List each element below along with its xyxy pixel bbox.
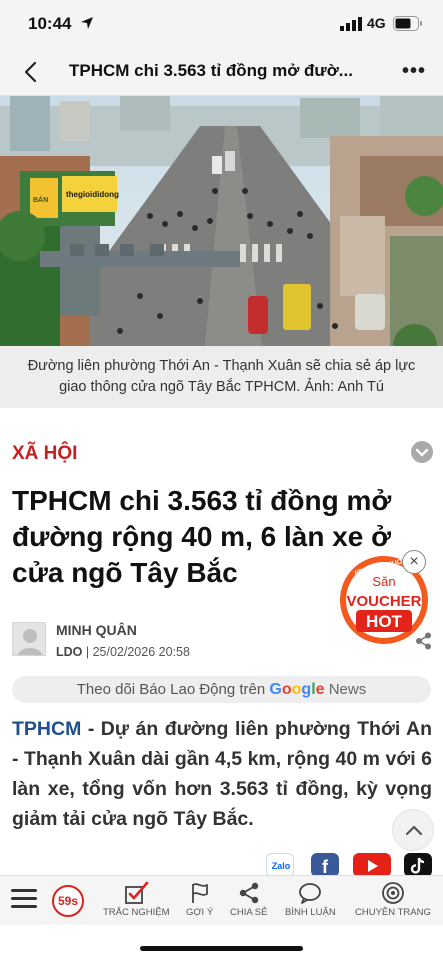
- article-lead: TPHCM - Dự án đường liên phường Thới An …: [12, 714, 432, 834]
- article-meta: LDO | 25/02/2026 20:58: [56, 645, 190, 659]
- signal-icon: [340, 17, 362, 31]
- voucher-line-1: Săn: [372, 574, 395, 589]
- quiz-label: TRẮC NGHIỆM: [103, 907, 170, 918]
- target-icon: [382, 882, 404, 904]
- share-icon: [239, 882, 258, 904]
- image-caption: Đường liên phường Thới An - Thạnh Xuân s…: [0, 346, 443, 408]
- follow-google-news-button[interactable]: Theo dõi Báo Lao Động trên Google News: [12, 676, 431, 703]
- hero-image: BÁN thegioididong: [0, 96, 443, 346]
- nav-bar: TPHCM chi 3.563 tỉ đồng mở đườ... •••: [0, 48, 443, 96]
- reading-timer[interactable]: 59s: [52, 885, 84, 917]
- share-button[interactable]: CHIA SẺ: [230, 881, 268, 918]
- youtube-icon[interactable]: [353, 853, 391, 877]
- home-indicator: [140, 946, 303, 951]
- voucher-close-icon[interactable]: ×: [402, 550, 426, 574]
- share-small-icon[interactable]: [415, 632, 433, 650]
- quiz-check-icon: [125, 881, 149, 904]
- article-source: LDO: [56, 645, 83, 659]
- status-time: 10:44: [28, 14, 72, 33]
- voucher-line-3: HOT: [366, 612, 403, 631]
- suggest-button[interactable]: GỢI Ý: [186, 881, 213, 918]
- suggest-label: GỢI Ý: [186, 907, 214, 918]
- battery-icon: [393, 16, 422, 31]
- quiz-button[interactable]: TRẮC NGHIỆM: [103, 881, 170, 918]
- category-label[interactable]: XÃ HỘI: [12, 443, 77, 465]
- comment-bubble-icon: [299, 883, 322, 904]
- store-sign: thegioididong: [66, 190, 119, 199]
- voucher-line-2: VOUCHER: [346, 593, 421, 610]
- facebook-icon[interactable]: f: [311, 853, 339, 877]
- author-avatar: [12, 622, 46, 656]
- back-chevron-icon[interactable]: [20, 60, 44, 84]
- google-logo: Google: [269, 681, 325, 698]
- nav-title: TPHCM chi 3.563 tỉ đồng mở đườ...: [69, 61, 353, 80]
- bottom-toolbar: 59s TRẮC NGHIỆM GỢI Ý CHIA SẺ BÌNH LUẬN …: [0, 875, 443, 925]
- special-page-button[interactable]: CHUYÊN TRANG: [355, 881, 431, 918]
- comment-button[interactable]: BÌNH LUẬN: [285, 881, 336, 918]
- svg-text:BÁN: BÁN: [33, 195, 48, 204]
- hamburger-menu-icon[interactable]: [11, 889, 37, 913]
- share-label: CHIA SẺ: [230, 907, 268, 918]
- scroll-to-top-button[interactable]: [392, 809, 434, 851]
- location-arrow-icon: [81, 17, 93, 29]
- caption-line-1: Đường liên phường Thới An - Thạnh Xuân s…: [27, 358, 416, 374]
- category-expand-icon[interactable]: [411, 441, 433, 463]
- author-name[interactable]: MINH QUÂN: [56, 622, 137, 638]
- status-bar: 10:44 4G: [0, 0, 443, 48]
- follow-news-label: News: [328, 681, 367, 698]
- lead-source[interactable]: TPHCM: [12, 718, 81, 740]
- street-photo: BÁN thegioididong: [0, 96, 443, 346]
- follow-prefix: Theo dõi Báo Lao Động trên: [76, 681, 266, 698]
- tiktok-icon[interactable]: [404, 853, 432, 877]
- svg-text:f: f: [322, 857, 329, 877]
- article-datetime: 25/02/2026 20:58: [92, 645, 190, 659]
- caption-line-2: giao thông cửa ngõ Tây Bắc TPHCM. Ảnh: A…: [59, 379, 384, 395]
- special-page-label: CHUYÊN TRANG: [355, 907, 431, 918]
- flag-icon: [191, 883, 208, 903]
- more-options-icon[interactable]: •••: [402, 60, 426, 83]
- network-label: 4G: [367, 15, 386, 31]
- zalo-icon[interactable]: Zalo: [266, 853, 294, 877]
- svg-text:Zalo: Zalo: [272, 861, 291, 871]
- comment-label: BÌNH LUẬN: [285, 907, 336, 918]
